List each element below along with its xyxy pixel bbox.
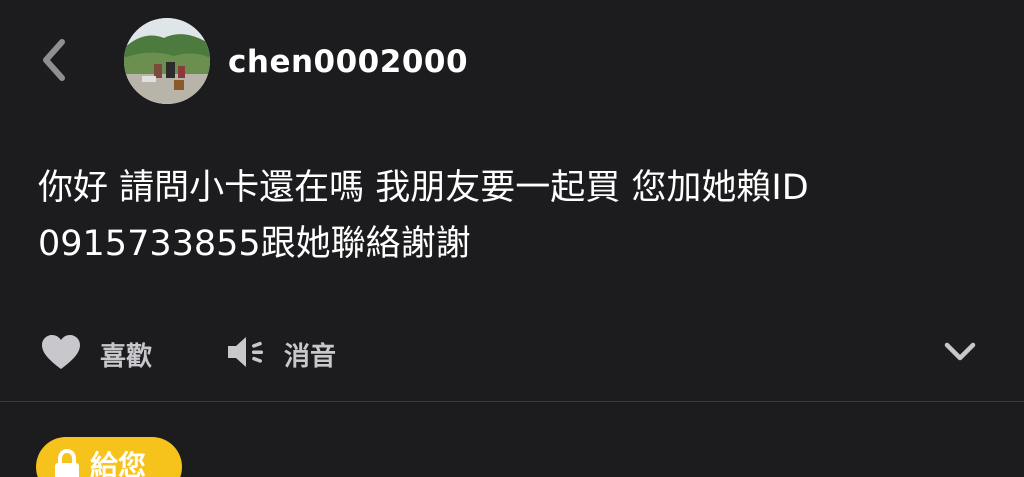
expand-button[interactable]: [942, 340, 978, 368]
mute-button[interactable]: 消音: [226, 330, 336, 378]
divider: [0, 401, 1024, 402]
lock-icon: [54, 448, 80, 477]
speaker-mute-icon: [226, 333, 266, 375]
message-text: 你好 請問小卡還在嗎 我朋友要一起買 您加她賴ID 0915733855跟她聯絡…: [38, 168, 809, 264]
heart-icon: [40, 333, 82, 375]
like-button[interactable]: 喜歡: [40, 330, 152, 378]
username[interactable]: chen0002000: [228, 40, 468, 84]
back-button[interactable]: [34, 38, 74, 86]
like-label: 喜歡: [100, 341, 153, 372]
action-bar: 喜歡 消音: [0, 330, 1024, 378]
chevron-left-icon: [40, 38, 68, 86]
avatar[interactable]: [124, 18, 210, 104]
gift-label: 給您: [90, 449, 147, 477]
chevron-down-icon: [943, 341, 977, 367]
mute-label: 消音: [284, 341, 337, 372]
gift-button[interactable]: 給您: [36, 437, 182, 477]
